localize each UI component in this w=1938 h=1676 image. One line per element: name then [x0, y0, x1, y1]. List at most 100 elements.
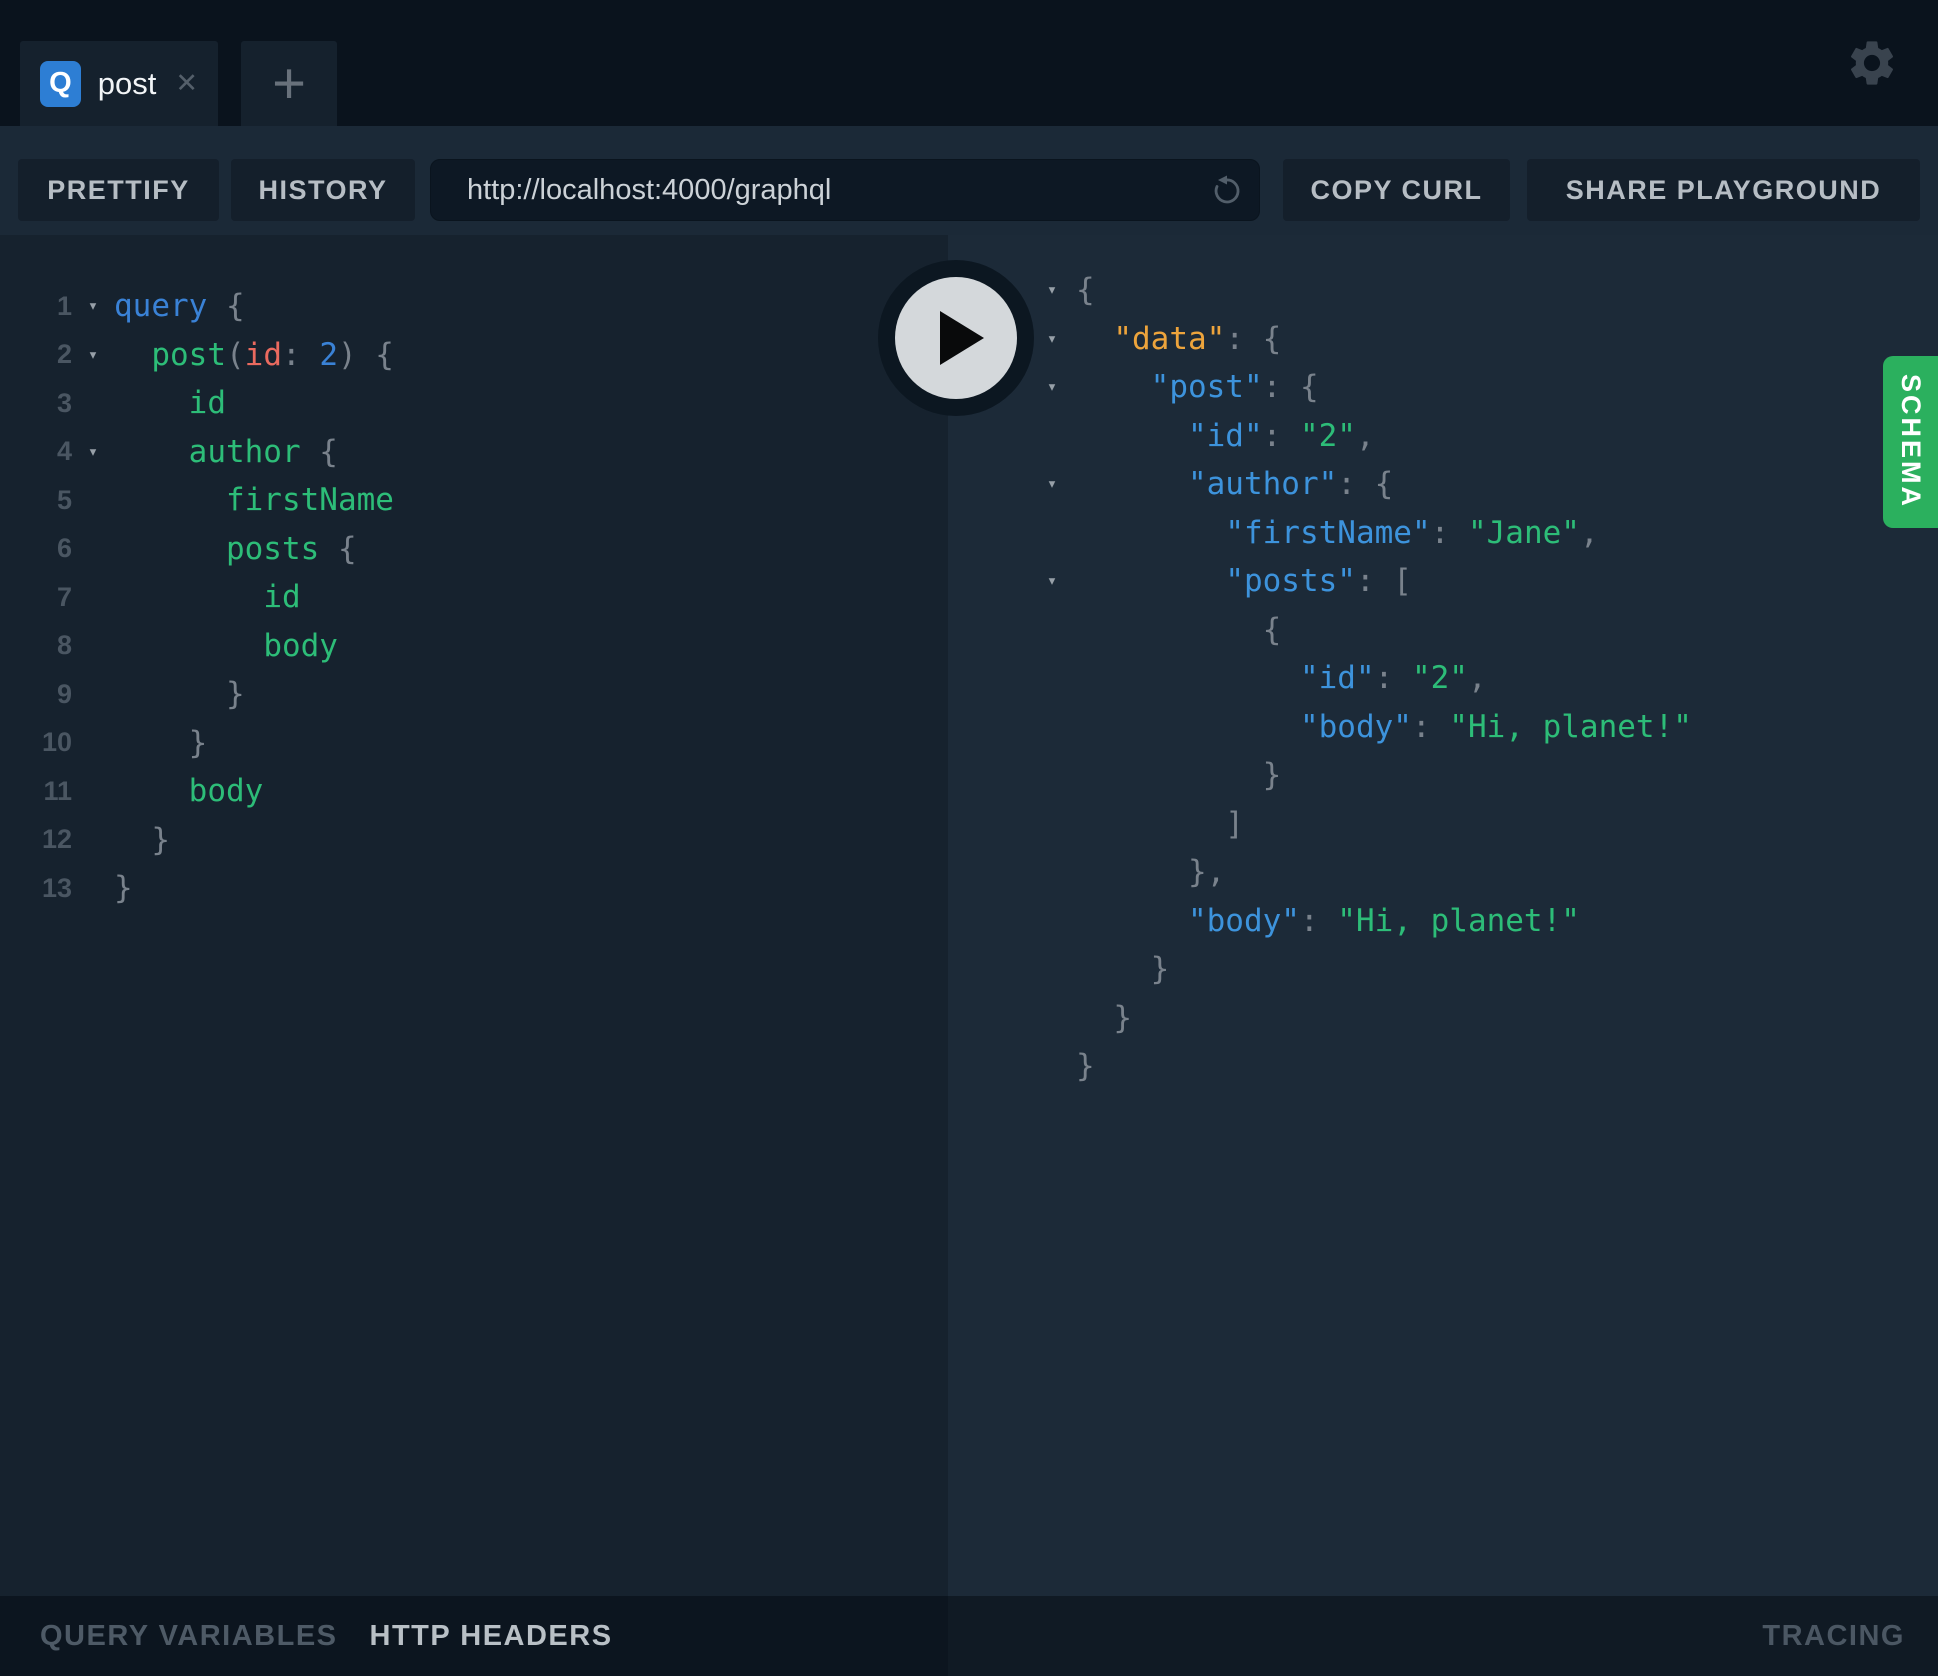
- code-line: }: [948, 994, 1938, 1043]
- line-number: 11: [0, 776, 72, 807]
- play-icon: [895, 277, 1017, 399]
- fold-arrow-icon[interactable]: ▾: [72, 442, 114, 462]
- fold-arrow-icon[interactable]: ▾: [72, 345, 114, 365]
- execute-query-button[interactable]: [878, 260, 1034, 416]
- query-editor[interactable]: 1▾query {2▾ post(id: 2) {3 id4▾ author {…: [0, 235, 948, 1596]
- code-text: "posts": [: [1076, 563, 1412, 599]
- code-text: }: [1076, 951, 1169, 987]
- share-playground-button[interactable]: SHARE PLAYGROUND: [1527, 159, 1920, 221]
- query-variables-tab[interactable]: QUERY VARIABLES: [40, 1620, 338, 1653]
- tab-post[interactable]: Q post ✕: [20, 41, 218, 126]
- code-text: body: [114, 773, 263, 809]
- line-number: 1: [0, 291, 72, 322]
- code-text: "data": {: [1076, 321, 1281, 357]
- code-text: ]: [1076, 806, 1244, 842]
- bottom-bar-right: TRACING: [948, 1596, 1938, 1676]
- tab-label: post: [98, 66, 157, 102]
- code-line: },: [948, 848, 1938, 897]
- endpoint-url-input[interactable]: [430, 159, 1260, 221]
- line-number: 6: [0, 533, 72, 564]
- reload-schema-icon[interactable]: [1210, 173, 1244, 207]
- code-text: }: [1076, 1000, 1132, 1036]
- code-line: "body": "Hi, planet!": [948, 703, 1938, 752]
- code-line: {: [948, 606, 1938, 655]
- endpoint-url-wrap: [430, 159, 1260, 221]
- code-line: ▾ "posts": [: [948, 557, 1938, 606]
- code-line: }: [948, 945, 1938, 994]
- schema-side-tab[interactable]: SCHEMA: [1883, 356, 1938, 528]
- response-viewer: ▾{▾ "data": {▾ "post": { "id": "2",▾ "au…: [948, 235, 1938, 1596]
- code-text: body: [114, 628, 338, 664]
- code-line: 8 body: [0, 622, 948, 671]
- fold-arrow-icon[interactable]: ▾: [1028, 377, 1076, 397]
- code-text: }: [114, 870, 133, 906]
- code-line: "id": "2",: [948, 654, 1938, 703]
- code-text: }: [1076, 757, 1281, 793]
- new-tab-button[interactable]: +: [241, 41, 337, 126]
- line-number: 7: [0, 582, 72, 613]
- fold-arrow-icon[interactable]: ▾: [1028, 571, 1076, 591]
- code-line: 9 }: [0, 670, 948, 719]
- code-line: 4▾ author {: [0, 428, 948, 477]
- code-line: }: [948, 1042, 1938, 1091]
- query-type-badge: Q: [40, 61, 81, 107]
- fold-arrow-icon[interactable]: ▾: [72, 296, 114, 316]
- code-line: ▾{: [948, 266, 1938, 315]
- code-line: ]: [948, 800, 1938, 849]
- close-tab-icon[interactable]: ✕: [175, 68, 198, 99]
- code-text: }: [114, 725, 207, 761]
- code-text: "firstName": "Jane",: [1076, 515, 1599, 551]
- code-text: },: [1076, 854, 1225, 890]
- code-text: "post": {: [1076, 369, 1319, 405]
- code-line: }: [948, 751, 1938, 800]
- fold-arrow-icon[interactable]: ▾: [1028, 474, 1076, 494]
- code-line: 10 }: [0, 719, 948, 768]
- line-number: 9: [0, 679, 72, 710]
- schema-tab-label: SCHEMA: [1895, 374, 1926, 509]
- tab-bar: Q post ✕ +: [0, 0, 1938, 126]
- code-text: {: [1076, 612, 1281, 648]
- line-number: 8: [0, 630, 72, 661]
- code-line: 6 posts {: [0, 525, 948, 574]
- code-line: 11 body: [0, 767, 948, 816]
- code-text: post(id: 2) {: [114, 337, 394, 373]
- code-text: "body": "Hi, planet!": [1076, 709, 1692, 745]
- code-text: "body": "Hi, planet!": [1076, 903, 1580, 939]
- line-number: 10: [0, 727, 72, 758]
- prettify-button[interactable]: PRETTIFY: [18, 159, 219, 221]
- graphql-playground-window: Q post ✕ + PRETTIFY HISTORY: [0, 0, 1938, 1676]
- line-number: 4: [0, 436, 72, 467]
- code-text: }: [1076, 1048, 1095, 1084]
- fold-arrow-icon[interactable]: ▾: [1028, 329, 1076, 349]
- line-number: 5: [0, 485, 72, 516]
- code-text: firstName: [114, 482, 394, 518]
- code-line: 7 id: [0, 573, 948, 622]
- http-headers-tab[interactable]: HTTP HEADERS: [370, 1620, 613, 1653]
- code-line: ▾ "author": {: [948, 460, 1938, 509]
- bottom-bar: QUERY VARIABLES HTTP HEADERS TRACING: [0, 1596, 1938, 1676]
- code-text: {: [1076, 272, 1095, 308]
- settings-button[interactable]: [1845, 36, 1899, 90]
- code-line: ▾ "post": {: [948, 363, 1938, 412]
- gear-icon: [1845, 77, 1899, 94]
- code-line: 5 firstName: [0, 476, 948, 525]
- line-number: 13: [0, 873, 72, 904]
- code-text: "author": {: [1076, 466, 1393, 502]
- code-line: "body": "Hi, planet!": [948, 897, 1938, 946]
- code-text: id: [114, 579, 301, 615]
- code-text: "id": "2",: [1076, 418, 1375, 454]
- code-text: posts {: [114, 531, 357, 567]
- code-line: 2▾ post(id: 2) {: [0, 331, 948, 380]
- code-text: }: [114, 676, 245, 712]
- fold-arrow-icon[interactable]: ▾: [1028, 280, 1076, 300]
- code-text: id: [114, 385, 226, 421]
- code-text: query {: [114, 288, 245, 324]
- code-line: 13}: [0, 864, 948, 913]
- tracing-tab[interactable]: TRACING: [1762, 1620, 1905, 1653]
- copy-curl-button[interactable]: COPY CURL: [1283, 159, 1510, 221]
- plus-icon: +: [272, 50, 306, 117]
- main-area: 1▾query {2▾ post(id: 2) {3 id4▾ author {…: [0, 235, 1938, 1596]
- history-button[interactable]: HISTORY: [231, 159, 415, 221]
- code-text: "id": "2",: [1076, 660, 1487, 696]
- code-line: "firstName": "Jane",: [948, 509, 1938, 558]
